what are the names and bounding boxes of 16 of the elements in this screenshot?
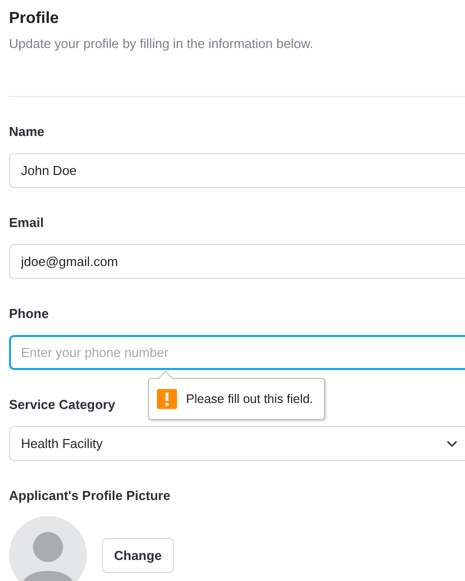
field-label: Email xyxy=(9,215,44,231)
warning-icon xyxy=(157,389,177,409)
section-label: Applicant's Profile Picture xyxy=(9,488,170,504)
input-field[interactable]: jdoe@gmail.com xyxy=(9,244,465,279)
page-subtitle: Update your profile by filling in the information below. xyxy=(9,35,314,53)
select-field[interactable]: Health Facility xyxy=(9,426,465,461)
field-label: Phone xyxy=(9,306,49,322)
input-field[interactable]: John Doe xyxy=(9,153,465,188)
tooltip-text: Please fill out this field. xyxy=(186,392,314,406)
field-label: Name xyxy=(9,124,44,140)
avatar-icon xyxy=(9,516,87,581)
field-label: Service Category xyxy=(9,397,116,413)
page-title: Profile xyxy=(9,9,60,29)
change-button[interactable]: Change xyxy=(102,538,174,572)
chevron-down-icon xyxy=(446,440,458,448)
input-field[interactable]: Enter your phone number xyxy=(9,335,465,370)
